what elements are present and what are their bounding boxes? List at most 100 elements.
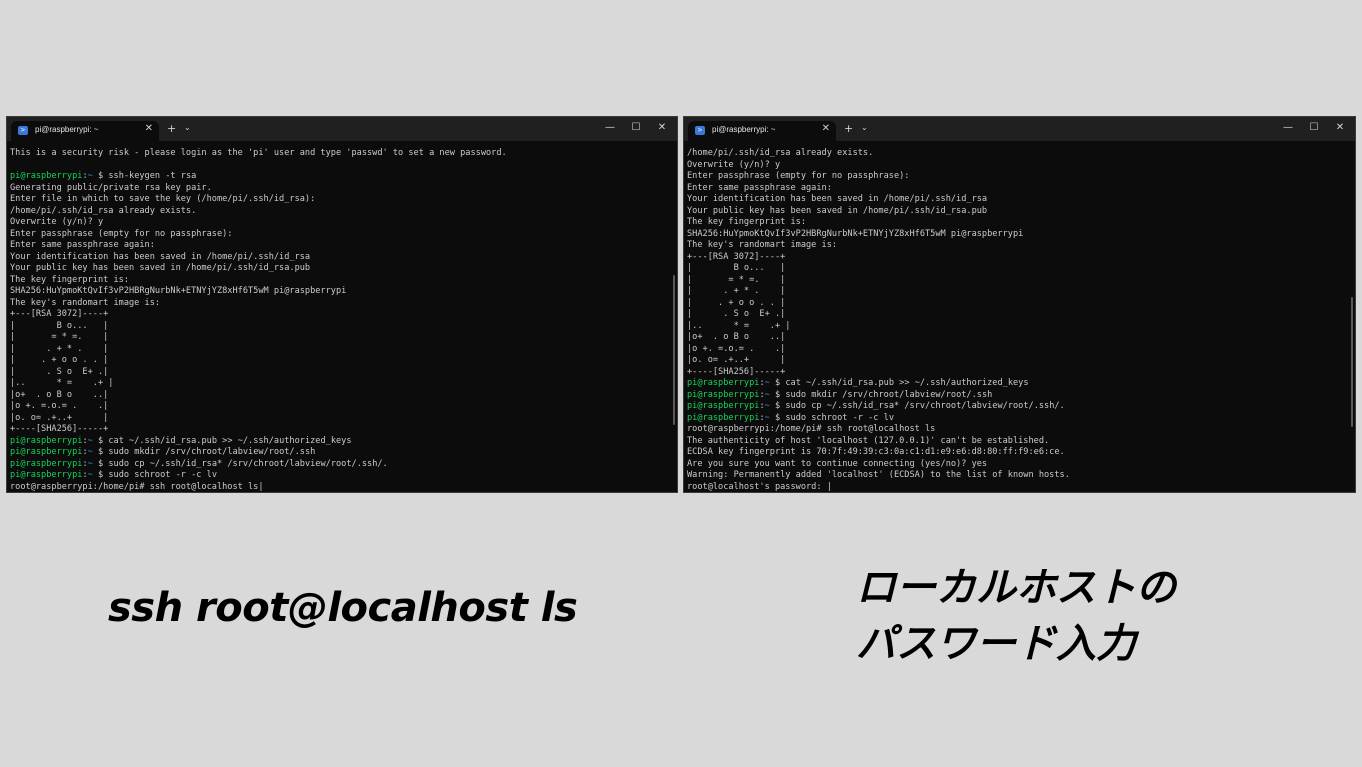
terminal-line: |o. o= .+..+ | <box>10 412 109 423</box>
title-bar: > pi@raspberrypi: ~ ✕ + ⌄ — ☐ ✕ <box>7 117 677 141</box>
text-cursor: | <box>258 481 264 492</box>
command-text: sudo mkdir /srv/chroot/labview/root/.ssh <box>785 389 993 400</box>
prompt-user-host: pi@raspberrypi <box>10 458 83 469</box>
terminal-line: Enter passphrase (empty for no passphras… <box>10 228 233 239</box>
terminal-line: The key's randomart image is: <box>687 240 838 250</box>
terminal-line: Overwrite (y/n)? y <box>10 217 104 227</box>
terminal-line: |o +. =.o.= . .| <box>687 343 786 354</box>
terminal-line: | . S o E+ .| <box>687 309 786 319</box>
close-button[interactable]: ✕ <box>1329 120 1351 136</box>
terminal-line: | . + * . | <box>10 343 109 354</box>
terminal-line: +---[RSA 3072]----+ <box>10 309 109 319</box>
terminal-line: pi@raspberrypi:~ $ ssh-keygen -t rsa <box>10 171 671 183</box>
terminal-icon: > <box>18 126 28 135</box>
prompt-user-host: pi@raspberrypi <box>687 378 760 388</box>
command-text: sudo schroot -r -c lv <box>108 470 217 480</box>
terminal-line: | . S o E+ .| <box>10 366 109 377</box>
terminal-line: pi@raspberrypi:~ $ sudo schroot -r -c lv <box>687 413 1349 425</box>
prompt-user-host: pi@raspberrypi <box>10 447 83 457</box>
scrollbar[interactable] <box>1351 297 1353 427</box>
prompt-symbol: $ <box>769 412 786 423</box>
terminal-line: pi@raspberrypi:~ $ cat ~/.ssh/id_rsa.pub… <box>10 436 671 448</box>
command-text: sudo mkdir /srv/chroot/labview/root/.ssh <box>108 447 316 457</box>
caption-line: ローカルホストの <box>856 565 1176 611</box>
prompt-symbol: $ <box>92 435 109 446</box>
terminal-line: pi@raspberrypi:~ $ sudo cp ~/.ssh/id_rsa… <box>10 459 671 471</box>
maximize-button[interactable]: ☐ <box>625 120 647 136</box>
prompt-symbol: $ <box>769 378 786 388</box>
tab-title: pi@raspberrypi: ~ <box>712 125 776 134</box>
terminal-line: /home/pi/.ssh/id_rsa already exists. <box>687 148 874 158</box>
terminal-line: Generating public/private rsa key pair. <box>10 182 212 193</box>
close-button[interactable]: ✕ <box>651 120 673 136</box>
terminal-line: pi@raspberrypi:~ $ sudo mkdir /srv/chroo… <box>10 447 671 459</box>
terminal-line: SHA256:HuYpmoKtQvIf3vP2HBRgNurbNk+ETNYjY… <box>687 228 1024 239</box>
terminal-line: |o. o= .+..+ | <box>687 355 786 365</box>
terminal-line: | . + o o . . | <box>687 297 786 308</box>
terminal-line: Enter passphrase (empty for no passphras… <box>687 171 910 181</box>
terminal-line: The authenticity of host 'localhost (127… <box>687 435 1050 446</box>
tab-close-icon[interactable]: ✕ <box>145 123 153 134</box>
terminal-window-left: > pi@raspberrypi: ~ ✕ + ⌄ — ☐ ✕ This is … <box>6 116 678 493</box>
terminal-line: /home/pi/.ssh/id_rsa already exists. <box>10 205 197 216</box>
command-text: root@raspberrypi:/home/pi# ssh root@loca… <box>10 481 259 492</box>
terminal-line: root@raspberrypi:/home/pi# ssh root@loca… <box>687 424 936 434</box>
terminal-line: SHA256:HuYpmoKtQvIf3vP2HBRgNurbNk+ETNYjY… <box>10 286 347 296</box>
prompt-symbol: $ <box>769 389 786 400</box>
prompt-user-host: pi@raspberrypi <box>10 470 83 480</box>
new-tab-button[interactable]: + <box>844 122 853 135</box>
command-text: ssh-keygen -t rsa <box>108 171 197 181</box>
title-bar: > pi@raspberrypi: ~ ✕ + ⌄ — ☐ ✕ <box>684 117 1355 141</box>
minimize-button[interactable]: — <box>599 120 621 136</box>
terminal-line: Overwrite (y/n)? y <box>687 159 781 170</box>
scrollbar[interactable] <box>673 275 675 425</box>
terminal-window-right: > pi@raspberrypi: ~ ✕ + ⌄ — ☐ ✕ /home/pi… <box>683 116 1356 493</box>
terminal-line: Enter same passphrase again: <box>687 182 832 193</box>
terminal-output[interactable]: /home/pi/.ssh/id_rsa already exists. Over… <box>687 148 1349 492</box>
minimize-button[interactable]: — <box>1277 120 1299 136</box>
terminal-line: | . + o o . . | <box>10 355 109 365</box>
command-text: sudo cp ~/.ssh/id_rsa* /srv/chroot/labvi… <box>785 401 1065 411</box>
terminal-line: |.. * = .+ | <box>687 320 791 331</box>
command-text: sudo cp ~/.ssh/id_rsa* /srv/chroot/labvi… <box>108 458 388 469</box>
prompt-user-host: pi@raspberrypi <box>687 401 760 411</box>
tab-close-icon[interactable]: ✕ <box>822 123 830 134</box>
terminal-line: Your identification has been saved in /h… <box>687 194 988 204</box>
chevron-down-icon[interactable]: ⌄ <box>861 123 868 132</box>
prompt-symbol: $ <box>92 447 109 457</box>
new-tab-button[interactable]: + <box>167 122 176 135</box>
terminal-line: | B o... | <box>10 320 109 331</box>
terminal-line: |o+ . o B o ..| <box>687 332 786 342</box>
terminal-line: |o +. =.o.= . .| <box>10 401 109 411</box>
caption-command: ssh root@localhost ls <box>108 585 578 631</box>
text-cursor: | <box>826 481 832 492</box>
prompt-user-host: pi@raspberrypi <box>687 389 760 400</box>
terminal-line: |.. * = .+ | <box>10 378 114 388</box>
command-text: cat ~/.ssh/id_rsa.pub >> ~/.ssh/authoriz… <box>785 378 1029 388</box>
terminal-icon: > <box>695 126 705 135</box>
terminal-line: The key fingerprint is: <box>687 217 806 227</box>
terminal-line: +---[RSA 3072]----+ <box>687 251 786 262</box>
terminal-tab[interactable]: > pi@raspberrypi: ~ ✕ <box>688 121 836 141</box>
terminal-line: pi@raspberrypi:~ $ cat ~/.ssh/id_rsa.pub… <box>687 378 1349 390</box>
terminal-line: | = * =. | <box>687 274 786 285</box>
terminal-line: | = * =. | <box>10 332 109 342</box>
terminal-line: Enter same passphrase again: <box>10 240 155 250</box>
prompt-user-host: pi@raspberrypi <box>687 412 760 423</box>
terminal-line: root@raspberrypi:/home/pi# ssh root@loca… <box>10 481 671 493</box>
terminal-line: | . + * . | <box>687 286 786 296</box>
tab-title: pi@raspberrypi: ~ <box>35 125 99 134</box>
maximize-button[interactable]: ☐ <box>1303 120 1325 136</box>
terminal-line: ECDSA key fingerprint is 70:7f:49:39:c3:… <box>687 447 1065 457</box>
caption-line: パスワード入力 <box>856 621 1136 667</box>
prompt-symbol: $ <box>92 458 109 469</box>
chevron-down-icon[interactable]: ⌄ <box>184 123 191 132</box>
caption-description: ローカルホストの パスワード入力 <box>856 560 1176 672</box>
prompt-symbol: $ <box>92 470 109 480</box>
terminal-tab[interactable]: > pi@raspberrypi: ~ ✕ <box>11 121 159 141</box>
terminal-line: Warning: Permanently added 'localhost' (… <box>687 470 1070 480</box>
command-text: root@localhost's password: <box>687 481 827 492</box>
terminal-output[interactable]: This is a security risk - please login a… <box>10 148 671 493</box>
terminal-line: pi@raspberrypi:~ $ sudo schroot -r -c lv <box>10 470 671 482</box>
terminal-line: The key fingerprint is: <box>10 274 129 285</box>
